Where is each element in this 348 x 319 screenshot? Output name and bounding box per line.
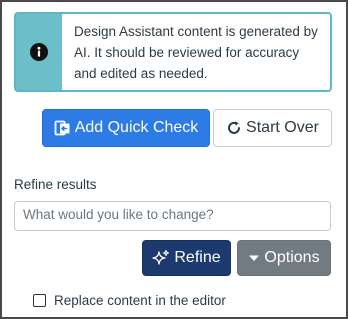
info-icon: [30, 43, 48, 61]
start-over-label: Start Over: [246, 119, 319, 136]
insert-quick-check-icon: [54, 120, 71, 137]
restart-icon: [226, 120, 242, 136]
add-quick-check-label: Add Quick Check: [74, 119, 199, 136]
caret-down-icon: [248, 253, 260, 263]
replace-content-checkbox[interactable]: [33, 294, 46, 307]
ai-info-alert: Design Assistant content is generated by…: [14, 12, 332, 92]
options-button[interactable]: Options: [237, 240, 331, 276]
refine-results-label: Refine results: [14, 177, 97, 192]
alert-accent: [16, 14, 62, 90]
replace-content-option[interactable]: Replace content in the editor: [33, 293, 226, 308]
refine-label: Refine: [174, 249, 221, 266]
alert-message: Design Assistant content is generated by…: [74, 24, 318, 81]
design-assistant-panel: Design Assistant content is generated by…: [0, 0, 348, 319]
refine-input[interactable]: [14, 201, 331, 231]
replace-content-label: Replace content in the editor: [54, 293, 226, 308]
add-quick-check-button[interactable]: Add Quick Check: [42, 109, 210, 147]
sparkle-icon: [152, 249, 170, 267]
refine-button[interactable]: Refine: [142, 240, 231, 276]
start-over-button[interactable]: Start Over: [213, 109, 332, 147]
options-label: Options: [264, 249, 320, 266]
